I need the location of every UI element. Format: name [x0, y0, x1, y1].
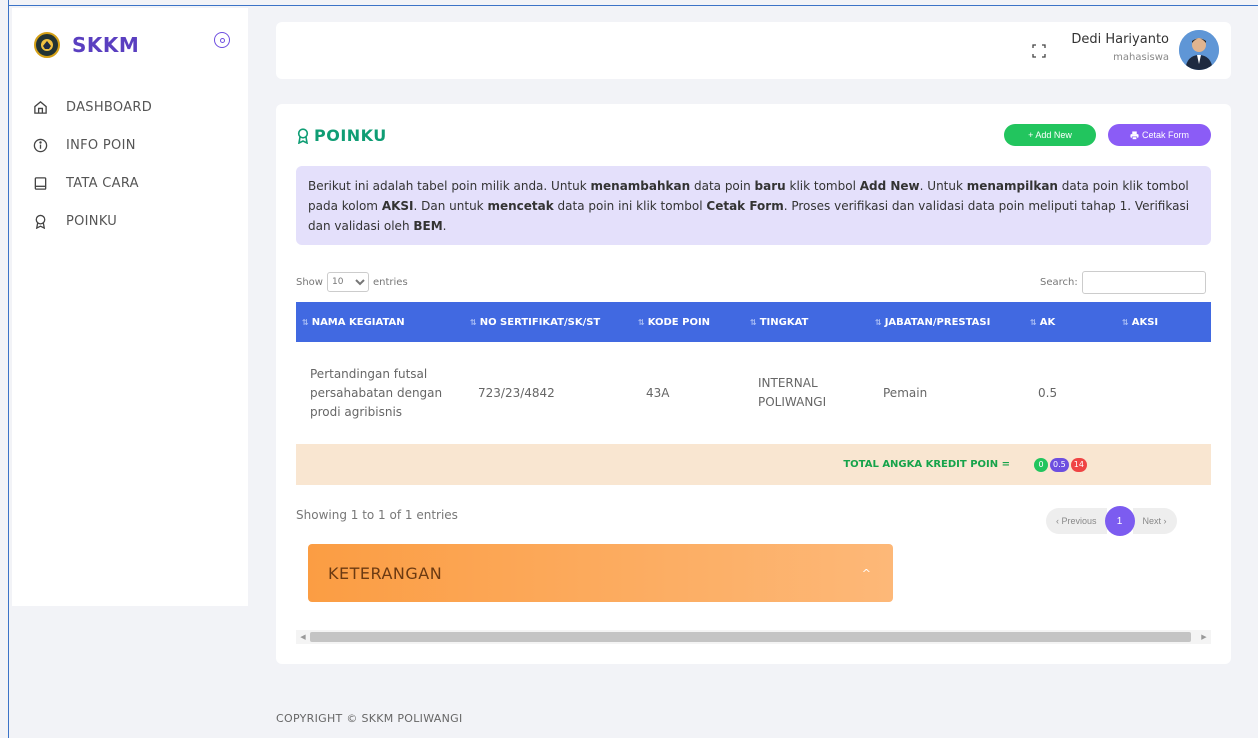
footer-copyright: COPYRIGHT © SKKM POLIWANGI [276, 712, 463, 725]
total-badges: 0 0.5 14 [1024, 444, 1211, 485]
pagination: ‹ Previous 1 Next › [1046, 506, 1177, 536]
col-aksi[interactable]: ⇅ AKSI [1116, 302, 1211, 342]
show-entries: Show 10 entries [296, 272, 408, 292]
table-search: Search: [1040, 271, 1206, 294]
add-new-button[interactable]: + Add New [1004, 124, 1096, 146]
user-role: mahasiswa [1113, 52, 1169, 63]
book-icon [32, 175, 48, 191]
top-header: Dedi Hariyanto mahasiswa [276, 22, 1231, 79]
horizontal-scrollbar[interactable]: ◀ ▶ [296, 630, 1211, 644]
print-form-label: Cetak Form [1141, 130, 1189, 140]
sidebar-item-label: POINKU [66, 213, 118, 229]
printer-icon [1130, 130, 1139, 140]
avatar[interactable] [1179, 30, 1219, 70]
cell-jabatan: Pemain [869, 342, 1024, 444]
sidebar-nav: DASHBOARD INFO POIN TATA CARA POINKU [32, 88, 152, 240]
col-jabatan[interactable]: ⇅ JABATAN/PRESTASI [869, 302, 1024, 342]
cell-no-sertifikat: 723/23/4842 [464, 342, 632, 444]
table-footer-row: TOTAL ANGKA KREDIT POIN = 0 0.5 14 [296, 444, 1211, 485]
user-name[interactable]: Dedi Hariyanto [1071, 32, 1169, 47]
award-icon [32, 213, 48, 229]
badge-total-green: 0 [1034, 457, 1048, 472]
poinku-card: POINKU + Add New Cetak Form Berikut ini … [276, 104, 1231, 664]
brand[interactable]: SKKM [34, 32, 139, 58]
search-label: Search: [1040, 277, 1078, 288]
search-input[interactable] [1081, 271, 1206, 294]
entries-select[interactable]: 10 [326, 272, 369, 292]
sidebar-item-dashboard[interactable]: DASHBOARD [32, 88, 152, 126]
previous-page-button[interactable]: ‹ Previous [1046, 508, 1107, 534]
showing-entries-text: Showing 1 to 1 of 1 entries [296, 508, 458, 522]
home-icon [32, 99, 48, 115]
brand-name: SKKM [72, 33, 140, 57]
table-header-row: ⇅ NAMA KEGIATAN ⇅ NO SERTIFIKAT/SK/ST ⇅ KOD… [296, 302, 1211, 342]
col-kode-poin[interactable]: ⇅ KODE POIN [632, 302, 744, 342]
sidebar-item-label: DASHBOARD [66, 99, 153, 115]
sidebar-item-poinku[interactable]: POINKU [32, 202, 152, 240]
cell-tingkat: INTERNAL POLIWANGI [744, 342, 869, 444]
university-seal-icon [34, 32, 60, 58]
sidebar-item-label: TATA CARA [66, 175, 139, 191]
col-nama-kegiatan[interactable]: ⇅ NAMA KEGIATAN [296, 302, 464, 342]
page-1-button[interactable]: 1 [1104, 506, 1135, 536]
accordion-title: KETERANGAN [328, 563, 443, 583]
poin-table: ⇅ NAMA KEGIATAN ⇅ NO SERTIFIKAT/SK/ST ⇅ KOD… [296, 302, 1211, 485]
scroll-left-icon[interactable]: ◀ [296, 633, 310, 641]
col-ak[interactable]: ⇅ AK [1024, 302, 1116, 342]
badge-total-purple: 0.5 [1050, 457, 1069, 472]
sidebar: SKKM DASHBOARD INFO POIN TATA CARA POINK… [12, 8, 248, 606]
total-label: TOTAL ANGKA KREDIT POIN = [296, 444, 1024, 485]
fullscreen-icon[interactable] [1032, 44, 1046, 58]
keterangan-accordion[interactable]: KETERANGAN ^ [308, 544, 893, 602]
next-page-button[interactable]: Next › [1132, 508, 1177, 534]
table-row: Pertandingan futsal persahabatan dengan … [296, 342, 1211, 444]
scrollbar-thumb[interactable] [310, 632, 1191, 642]
window-frame-top [8, 5, 1258, 6]
info-alert: Berikut ini adalah tabel poin milik anda… [296, 166, 1211, 245]
cell-aksi [1116, 342, 1211, 444]
sidebar-item-tata-cara[interactable]: TATA CARA [32, 164, 152, 202]
badge-total-red: 14 [1070, 457, 1087, 472]
cell-ak: 0.5 [1024, 342, 1116, 444]
col-no-sertifikat[interactable]: ⇅ NO SERTIFIKAT/SK/ST [464, 302, 632, 342]
sidebar-item-info-poin[interactable]: INFO POIN [32, 126, 152, 164]
col-tingkat[interactable]: ⇅ TINGKAT [744, 302, 869, 342]
entries-label: entries [372, 276, 408, 288]
print-form-button[interactable]: Cetak Form [1108, 124, 1211, 146]
cell-kode-poin: 43A [632, 342, 744, 444]
award-icon [297, 127, 309, 144]
page-title-text: POINKU [314, 126, 387, 145]
page-title: POINKU [296, 126, 387, 145]
cell-nama-kegiatan: Pertandingan futsal persahabatan dengan … [296, 342, 464, 444]
scroll-right-icon[interactable]: ▶ [1197, 633, 1211, 641]
info-icon [32, 137, 48, 153]
sidebar-toggle-icon[interactable] [214, 32, 230, 48]
window-frame-left [8, 0, 9, 738]
show-label: Show [296, 276, 323, 288]
chevron-up-icon: ^ [861, 566, 871, 580]
sidebar-item-label: INFO POIN [66, 137, 136, 153]
